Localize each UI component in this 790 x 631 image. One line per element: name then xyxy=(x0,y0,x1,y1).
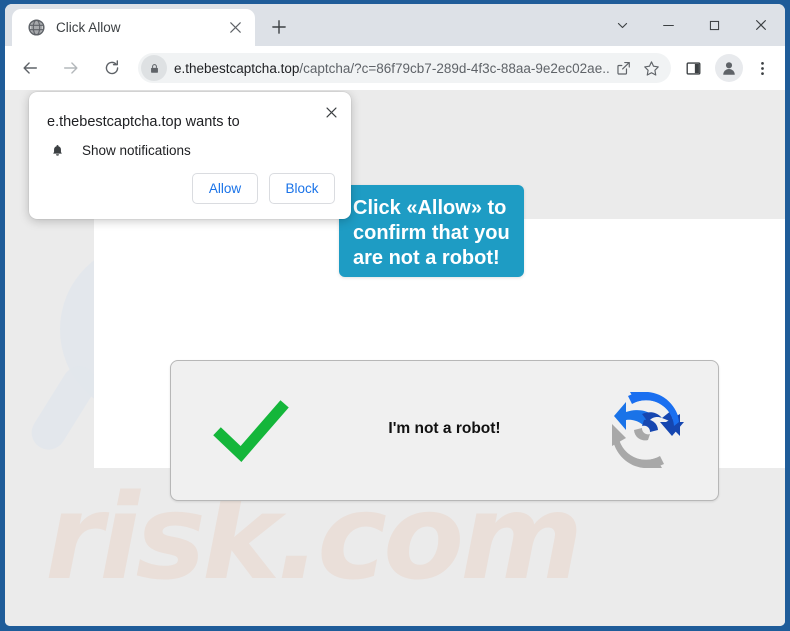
permission-label: Show notifications xyxy=(82,142,191,158)
maximize-icon[interactable] xyxy=(691,4,737,46)
address-bar[interactable]: e.thebestcaptcha.top/captcha/?c=86f79cb7… xyxy=(138,53,671,83)
minimize-icon[interactable] xyxy=(645,4,691,46)
browser-toolbar: e.thebestcaptcha.top/captcha/?c=86f79cb7… xyxy=(5,46,785,90)
tab-title: Click Allow xyxy=(56,20,121,35)
toolbar-right-actions xyxy=(675,53,779,83)
reload-button[interactable] xyxy=(97,53,127,83)
lock-icon[interactable] xyxy=(141,55,167,81)
avatar[interactable] xyxy=(715,54,743,82)
url-text[interactable]: e.thebestcaptcha.top/captcha/?c=86f79cb7… xyxy=(174,61,609,76)
back-button[interactable] xyxy=(15,53,45,83)
omnibox-actions xyxy=(609,54,665,82)
star-icon[interactable] xyxy=(637,54,665,82)
browser-window-inner: Click Allow e.thebestcaptcha.top/captcha… xyxy=(5,4,785,626)
site-banner: Click «Allow» to confirm that you are no… xyxy=(339,185,524,277)
close-icon[interactable] xyxy=(224,17,246,39)
forward-button[interactable] xyxy=(56,53,86,83)
captcha-card[interactable]: I'm not a robot! xyxy=(170,360,719,501)
watermark-magnifier-handle xyxy=(25,359,103,457)
block-button[interactable]: Block xyxy=(269,173,335,204)
side-panel-icon[interactable] xyxy=(678,53,708,83)
dialog-title: e.thebestcaptcha.top wants to xyxy=(47,114,240,130)
tab-search-chevron-down-icon[interactable] xyxy=(599,4,645,46)
browser-tab[interactable]: Click Allow xyxy=(12,9,255,46)
tab-strip: Click Allow xyxy=(5,4,785,46)
notification-permission-dialog: e.thebestcaptcha.top wants to Show notif… xyxy=(29,92,351,219)
three-dot-menu-icon[interactable] xyxy=(747,53,777,83)
allow-button[interactable]: Allow xyxy=(192,173,258,204)
window-controls xyxy=(599,4,785,46)
dialog-actions: Allow Block xyxy=(192,173,335,204)
dialog-close-icon[interactable] xyxy=(319,100,343,124)
new-tab-button[interactable] xyxy=(264,12,294,42)
browser-window: Click Allow e.thebestcaptcha.top/captcha… xyxy=(0,0,790,631)
window-close-icon[interactable] xyxy=(737,4,785,46)
url-path: /captcha/?c=86f79cb7-289d-4f3c-88aa-9e2e… xyxy=(299,60,609,76)
url-host: e.thebestcaptcha.top xyxy=(174,60,300,76)
globe-icon xyxy=(28,19,45,36)
permission-row: Show notifications xyxy=(47,140,191,160)
share-icon[interactable] xyxy=(609,54,637,82)
bell-icon xyxy=(47,140,67,160)
page-viewport: PC risk.com Click «Allow» to confirm tha… xyxy=(5,90,785,626)
refresh-arrows-icon[interactable] xyxy=(602,386,690,474)
